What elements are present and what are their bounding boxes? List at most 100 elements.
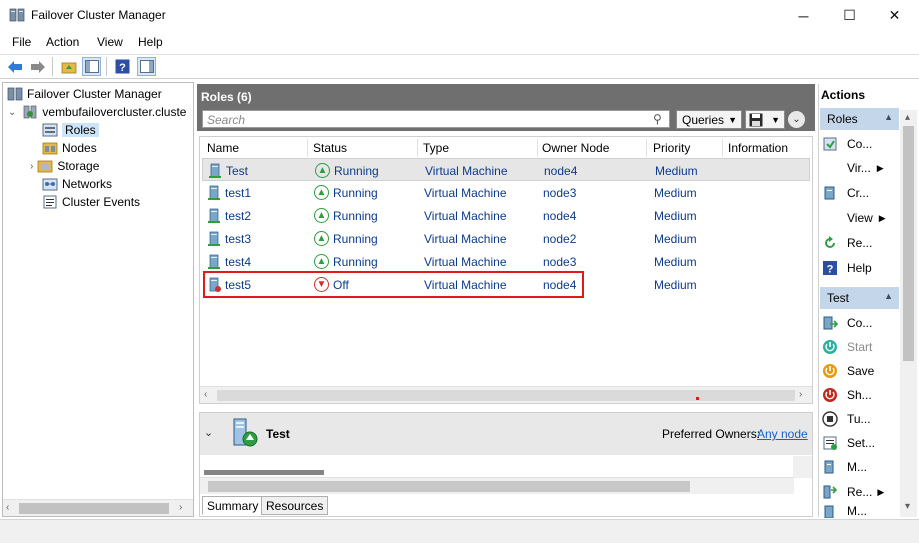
detail-vertical-scrollbar[interactable] (793, 456, 812, 478)
collapse-arrow-icon: ▲ (884, 291, 893, 301)
grid-horizontal-scrollbar[interactable]: ‹ › (200, 386, 812, 403)
actions-section-roles[interactable]: Roles ▲ (820, 108, 899, 130)
role-owner-node: node4 (543, 208, 577, 223)
actions-vertical-scrollbar[interactable]: ▴ ▾ (900, 110, 917, 517)
tree-item-storage[interactable]: › Storage (30, 157, 99, 175)
scroll-right-icon[interactable]: › (799, 389, 802, 400)
scroll-left-icon[interactable]: ‹ (204, 389, 207, 400)
collapse-chevron-icon[interactable]: ⌄ (788, 111, 805, 128)
tree-item-networks[interactable]: Networks (42, 175, 112, 193)
window-title: Failover Cluster Manager (31, 8, 166, 22)
role-type: Virtual Machine (424, 185, 507, 200)
action-item[interactable]: Cr... (822, 181, 896, 205)
tree-root[interactable]: Failover Cluster Manager (7, 85, 162, 103)
collapse-chevron-icon[interactable]: ⌄ (204, 426, 213, 439)
table-row[interactable]: test3 ▲ Running Virtual Machine node2 Me… (202, 227, 810, 250)
scroll-down-icon[interactable]: ▾ (905, 501, 910, 512)
maximize-button[interactable]: ☐ (827, 0, 872, 31)
tab-resources[interactable]: Resources (261, 496, 329, 515)
queries-button[interactable]: Queries ▼ (676, 110, 742, 129)
table-row[interactable]: test2 ▲ Running Virtual Machine node4 Me… (202, 204, 810, 227)
scroll-right-icon[interactable]: › (179, 502, 182, 513)
actions-title: Actions (821, 88, 866, 102)
menu-action[interactable]: Action (46, 35, 79, 49)
role-name: test1 (225, 185, 252, 200)
detail-horizontal-scrollbar[interactable] (200, 477, 794, 494)
show-action-pane-icon[interactable] (137, 57, 156, 76)
action-item[interactable]: Tu... (822, 407, 896, 431)
start-icon (823, 340, 837, 354)
scroll-left-icon[interactable]: ‹ (6, 502, 9, 513)
running-icon: ▲ (314, 254, 329, 269)
action-item[interactable]: ? Help (822, 256, 896, 280)
table-row[interactable]: Test ▲ Running Virtual Machine node4 Med… (202, 158, 810, 181)
action-item[interactable]: Save (822, 359, 896, 383)
scroll-up-icon[interactable]: ▴ (905, 112, 910, 123)
table-row[interactable]: test4 ▲ Running Virtual Machine node3 Me… (202, 250, 810, 273)
help-icon[interactable]: ? (113, 57, 132, 76)
column-header-status[interactable]: Status (306, 139, 418, 157)
section-label: Roles (827, 112, 858, 126)
dropdown-arrow-icon: ▼ (771, 115, 780, 125)
virtual-machine-icon (208, 254, 220, 269)
table-row[interactable]: test1 ▲ Running Virtual Machine node3 Me… (202, 181, 810, 204)
column-header-type[interactable]: Type (416, 139, 538, 157)
search-icon[interactable]: ⚲ (653, 112, 662, 126)
column-header-information[interactable]: Information (721, 139, 811, 157)
tree-cluster[interactable]: ⌄ vembufailovercluster.cluste (8, 103, 193, 121)
column-header-priority[interactable]: Priority (646, 139, 723, 157)
running-icon: ▲ (314, 208, 329, 223)
action-item[interactable]: Start (822, 335, 896, 359)
role-priority: Medium (654, 277, 697, 292)
search-input[interactable]: Search (202, 110, 670, 128)
action-item[interactable]: Co... (822, 132, 896, 156)
role-status: Running (333, 185, 378, 200)
role-status: Running (333, 254, 378, 269)
action-item[interactable]: Co... (822, 311, 896, 335)
preferred-owners-label: Preferred Owners: (662, 427, 761, 441)
back-arrow-icon[interactable] (5, 57, 24, 76)
migrate-icon (824, 505, 834, 518)
show-hide-tree-icon[interactable] (82, 57, 101, 76)
close-button[interactable]: ✕ (872, 0, 917, 31)
tree-item-roles[interactable]: Roles (42, 121, 99, 139)
scroll-thumb[interactable] (217, 390, 795, 401)
tab-summary[interactable]: Summary (202, 496, 264, 515)
save-query-button[interactable]: ▼ (745, 110, 785, 129)
preferred-owners-link[interactable]: Any node (757, 427, 808, 441)
up-folder-icon[interactable] (59, 57, 78, 76)
menu-file[interactable]: File (12, 35, 31, 49)
action-item[interactable]: Set... (822, 431, 896, 455)
save-state-icon (823, 364, 837, 378)
minimize-button[interactable]: ─ (781, 0, 826, 31)
scroll-thumb[interactable] (19, 503, 169, 514)
action-item[interactable]: Sh... (822, 383, 896, 407)
menu-help[interactable]: Help (138, 35, 163, 49)
configure-role-icon (823, 137, 837, 151)
role-priority: Medium (654, 208, 697, 223)
tree-item-nodes[interactable]: Nodes (42, 139, 97, 157)
action-item[interactable]: M... (822, 455, 896, 479)
role-priority: Medium (654, 185, 697, 200)
action-item[interactable]: View ▶ (822, 206, 896, 230)
menu-view[interactable]: View (97, 35, 123, 49)
role-name: test2 (225, 208, 252, 223)
turn-off-icon (822, 411, 838, 427)
tree-horizontal-scrollbar[interactable]: ‹ › (3, 499, 193, 516)
column-header-owner-node[interactable]: Owner Node (535, 139, 647, 157)
action-item[interactable]: M... (822, 504, 896, 518)
submenu-arrow-icon: ▶ (876, 162, 884, 173)
actions-section-test[interactable]: Test ▲ (820, 287, 899, 309)
action-item[interactable]: Re... (822, 231, 896, 255)
forward-arrow-icon[interactable] (28, 57, 47, 76)
collapse-chevron-icon[interactable]: ⌄ (8, 107, 16, 118)
help-icon: ? (823, 261, 837, 276)
action-item[interactable]: Re... ▶ (822, 480, 896, 504)
column-header-name[interactable]: Name (200, 139, 308, 157)
action-item[interactable]: Vir... ▶ (822, 156, 896, 180)
tree-item-cluster-events[interactable]: Cluster Events (42, 193, 140, 211)
role-type: Virtual Machine (425, 163, 508, 178)
expand-chevron-icon[interactable]: › (30, 161, 33, 172)
scroll-thumb[interactable] (903, 126, 914, 361)
scroll-thumb[interactable] (208, 481, 690, 492)
